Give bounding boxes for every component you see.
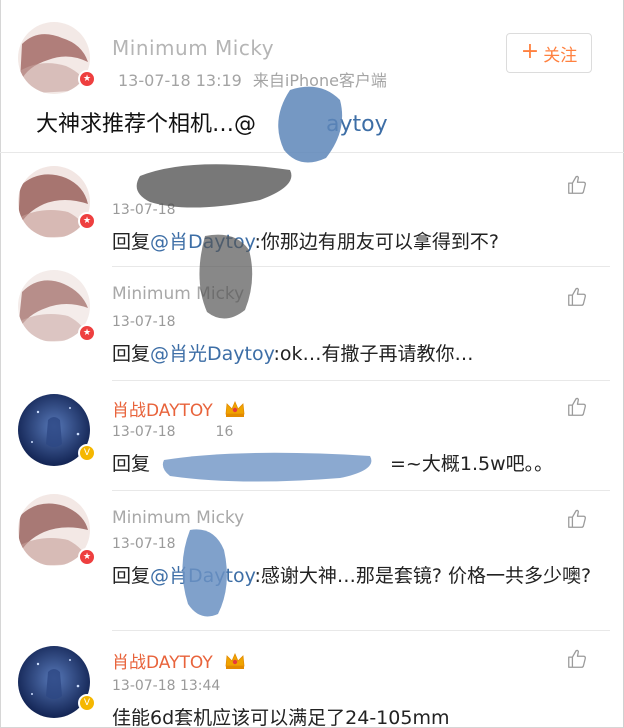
comment-body: :感谢大神…那是套镜? 价格一共多少噢? <box>254 565 592 587</box>
comment-item: V 肖战DAYTOY 13-07-18 13:44 佳能6d套机应该可以满足了2… <box>0 630 622 728</box>
weibo-badge-icon: ★ <box>78 212 96 230</box>
comment-body: :你那边有朋友可以拿得到不? <box>254 231 499 253</box>
post-meta: 13-07-18 13:19 来自iPhone客户端 <box>118 67 387 91</box>
thumbs-up-icon[interactable] <box>566 174 588 196</box>
comment-time: 13-07-18 16 <box>112 424 233 440</box>
comment-text: 回复@肖光Daytoy:ok…有撒子再请教你… <box>112 340 602 369</box>
thumbs-up-icon[interactable] <box>566 508 588 530</box>
comment-mention[interactable]: @肖光Daytoy <box>150 343 273 365</box>
follow-button[interactable]: + 关注 <box>506 33 592 73</box>
thumbs-up-icon[interactable] <box>566 396 588 418</box>
crown-icon <box>225 652 245 669</box>
post-text-body: 大神求推荐个相机…@ <box>36 112 257 137</box>
verified-v-icon: V <box>78 694 96 712</box>
vip-name-text: 肖战DAYTOY <box>112 653 213 673</box>
weibo-badge-icon: ★ <box>78 548 96 566</box>
weibo-badge-icon: ★ <box>78 70 96 88</box>
post-mention[interactable]: aytoy <box>326 112 388 137</box>
comment-time-tail: 16 <box>215 424 234 440</box>
comment-time: 13-07-18 <box>112 536 176 552</box>
comment-author-name[interactable]: 肖战DAYTOY <box>112 396 246 421</box>
comment-text: 回复@肖Daytoy:你那边有朋友可以拿得到不? <box>112 228 602 257</box>
comment-time-date: 13-07-18 <box>112 424 176 440</box>
thumbs-up-icon[interactable] <box>566 648 588 670</box>
reply-prefix: 回复 <box>112 343 151 365</box>
crown-icon <box>225 400 245 417</box>
vip-name-text: 肖战DAYTOY <box>112 401 213 421</box>
thumbs-up-icon[interactable] <box>566 286 588 308</box>
comment-time: 13-07-18 <box>112 314 176 330</box>
comment-author-name[interactable]: Minimum Micky <box>112 284 244 304</box>
comment-text: 回复 =~大概1.5w吧。。 <box>112 450 602 479</box>
comment-time: 13-07-18 <box>112 202 176 218</box>
comment-mention[interactable]: @肖Daytoy <box>150 231 254 253</box>
comment-text: 回复@肖Daytoy:感谢大神…那是套镜? 价格一共多少噢? <box>112 562 602 591</box>
comment-item: ★ Minimum Micky 13-07-18 回复@肖光Daytoy:ok…… <box>0 266 622 380</box>
verified-v-icon: V <box>78 444 96 462</box>
comment-time: 13-07-18 13:44 <box>112 678 221 694</box>
reply-prefix: 回复 <box>112 453 151 475</box>
comment-item: ★ Minimum Micky 13-07-18 回复@肖Daytoy:感谢大神… <box>0 490 622 630</box>
comment-item: V 肖战DAYTOY 13-07-18 16 回复 =~大概1.5w吧。。 <box>0 380 622 490</box>
main-post: ★ Minimum Micky 13-07-18 13:19 来自iPhone客… <box>0 0 622 152</box>
reply-prefix: 回复 <box>112 565 151 587</box>
comment-mention[interactable]: @肖Daytoy <box>150 565 254 587</box>
comment-item: ★ 13-07-18 回复@肖Daytoy:你那边有朋友可以拿得到不? <box>0 152 622 266</box>
plus-icon: + <box>520 39 540 64</box>
post-source[interactable]: 来自iPhone客户端 <box>253 71 387 90</box>
follow-label: 关注 <box>543 45 578 66</box>
comment-text: 佳能6d套机应该可以满足了24-105mm <box>112 707 450 728</box>
comment-author-name[interactable]: 肖战DAYTOY <box>112 648 246 673</box>
post-timestamp: 13-07-18 13:19 <box>118 71 242 90</box>
comment-author-name[interactable]: Minimum Micky <box>112 508 244 528</box>
comment-body: :ok…有撒子再请教你… <box>273 343 474 365</box>
comment-body: =~大概1.5w吧。。 <box>390 453 554 475</box>
post-text: 大神求推荐个相机…@ aytoy <box>36 106 388 138</box>
post-author-name[interactable]: Minimum Micky <box>112 36 274 60</box>
avatar[interactable] <box>18 166 90 238</box>
weibo-badge-icon: ★ <box>78 324 96 342</box>
reply-prefix: 回复 <box>112 231 151 253</box>
